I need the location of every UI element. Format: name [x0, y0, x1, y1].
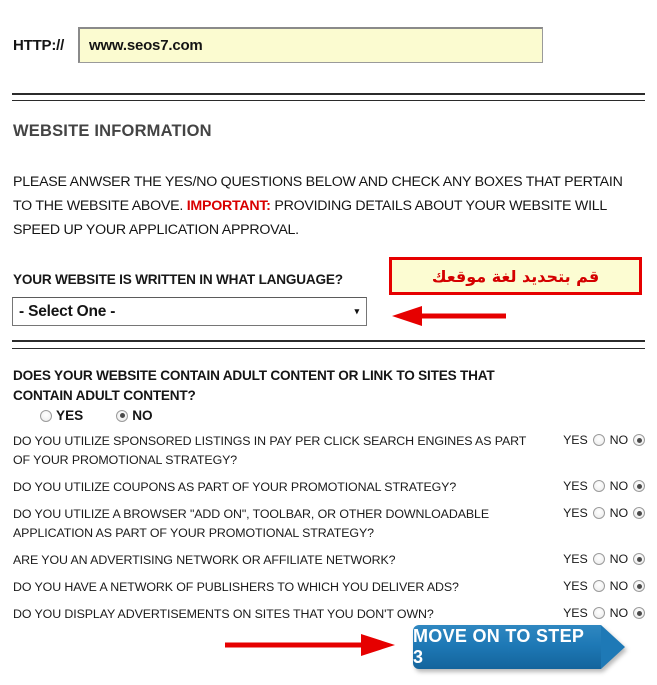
adult-content-no-option[interactable]: NO	[116, 408, 153, 423]
question-row: ARE YOU AN ADVERTISING NETWORK OR AFFILI…	[13, 551, 645, 570]
question-radio-group: YES NO	[563, 605, 645, 620]
radio-yes-icon[interactable]	[592, 507, 605, 519]
language-question-label: YOUR WEBSITE IS WRITTEN IN WHAT LANGUAGE…	[13, 272, 343, 287]
language-select-value: - Select One -	[19, 302, 116, 320]
move-on-to-step-3-button[interactable]: MOVE ON TO STEP 3	[413, 625, 625, 669]
important-label: IMPORTANT:	[186, 198, 271, 214]
question-text: DO YOU DISPLAY ADVERTISEMENTS ON SITES T…	[13, 607, 434, 621]
question-yes-label: YES	[563, 552, 588, 566]
language-select[interactable]: - Select One - ▾	[12, 297, 367, 326]
question-text: DO YOU HAVE A NETWORK OF PUBLISHERS TO W…	[13, 580, 459, 594]
question-no-label: NO	[609, 506, 628, 520]
intro-paragraph: PLEASE ANWSER THE YES/NO QUESTIONS BELOW…	[13, 170, 633, 242]
divider-mid-outer	[12, 340, 645, 342]
question-row: DO YOU UTILIZE SPONSORED LISTINGS IN PAY…	[13, 432, 645, 470]
question-row: DO YOU DISPLAY ADVERTISEMENTS ON SITES T…	[13, 605, 645, 624]
question-yes-label: YES	[563, 506, 588, 520]
question-yes-label: YES	[563, 433, 588, 447]
divider-mid-inner	[12, 348, 645, 349]
radio-yes-icon[interactable]	[40, 409, 52, 422]
move-on-to-step-3-label: MOVE ON TO STEP 3	[413, 626, 584, 667]
question-yes-label: YES	[563, 579, 588, 593]
radio-yes-icon[interactable]	[592, 607, 605, 619]
adult-content-radio-group: YES NO	[40, 408, 153, 423]
question-radio-group: YES NO	[563, 578, 645, 593]
radio-no-icon[interactable]	[633, 553, 645, 565]
website-url-input[interactable]	[78, 27, 543, 63]
radio-yes-icon[interactable]	[592, 434, 605, 446]
question-radio-group: YES NO	[563, 505, 645, 520]
question-no-label: NO	[609, 552, 628, 566]
radio-no-icon[interactable]	[633, 434, 645, 446]
question-yes-label: YES	[563, 606, 588, 620]
url-row: HTTP://	[0, 24, 657, 66]
radio-yes-icon[interactable]	[592, 480, 605, 492]
page-title: WEBSITE INFORMATION	[13, 122, 212, 140]
adult-content-yes-option[interactable]: YES	[40, 408, 83, 423]
question-text: DO YOU UTILIZE SPONSORED LISTINGS IN PAY…	[13, 434, 527, 467]
radio-no-icon[interactable]	[116, 409, 129, 422]
adult-content-yes-label: YES	[56, 408, 84, 423]
protocol-label: HTTP://	[13, 36, 65, 54]
promotional-questions-list: DO YOU UTILIZE SPONSORED LISTINGS IN PAY…	[13, 432, 645, 632]
question-row: DO YOU HAVE A NETWORK OF PUBLISHERS TO W…	[13, 578, 645, 597]
radio-no-icon[interactable]	[633, 607, 645, 619]
question-yes-label: YES	[563, 479, 588, 493]
red-arrow-left-icon	[392, 306, 506, 326]
question-no-label: NO	[609, 479, 628, 493]
divider-top-outer	[12, 93, 645, 95]
question-row: DO YOU UTILIZE COUPONS AS PART OF YOUR P…	[13, 478, 645, 497]
arabic-annotation-text: قم بتحديد لغة موقعك	[431, 266, 600, 286]
radio-yes-icon[interactable]	[592, 553, 605, 565]
divider-top-inner	[12, 100, 645, 101]
radio-no-icon[interactable]	[633, 507, 645, 519]
radio-no-icon[interactable]	[633, 580, 645, 592]
question-radio-group: YES NO	[563, 478, 645, 493]
arabic-annotation-box: قم بتحديد لغة موقعك	[389, 257, 642, 295]
question-text: ARE YOU AN ADVERTISING NETWORK OR AFFILI…	[13, 553, 396, 567]
question-text: DO YOU UTILIZE A BROWSER "ADD ON", TOOLB…	[13, 507, 489, 540]
radio-yes-icon[interactable]	[592, 580, 605, 592]
question-no-label: NO	[609, 433, 628, 447]
question-radio-group: YES NO	[563, 432, 645, 447]
adult-content-no-label: NO	[132, 408, 153, 423]
radio-no-icon[interactable]	[633, 480, 645, 492]
adult-content-question: DOES YOUR WEBSITE CONTAIN ADULT CONTENT …	[13, 368, 495, 403]
question-text: DO YOU UTILIZE COUPONS AS PART OF YOUR P…	[13, 480, 457, 494]
red-arrow-right-icon	[225, 634, 395, 656]
question-no-label: NO	[609, 606, 628, 620]
question-no-label: NO	[609, 579, 628, 593]
chevron-down-icon: ▾	[354, 306, 360, 316]
question-row: DO YOU UTILIZE A BROWSER "ADD ON", TOOLB…	[13, 505, 645, 543]
question-radio-group: YES NO	[563, 551, 645, 566]
